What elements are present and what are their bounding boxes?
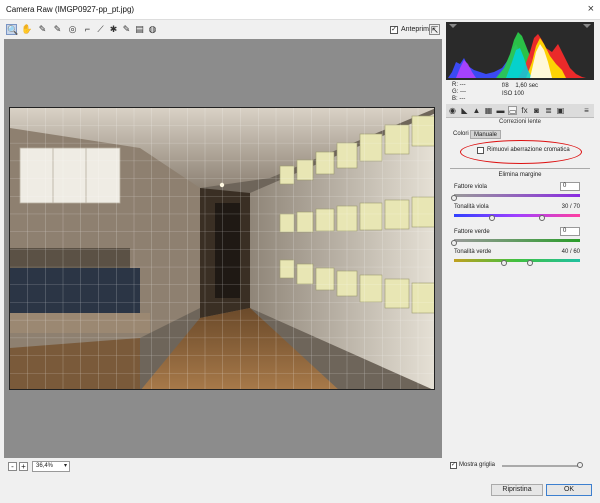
green-hue-high-thumb[interactable] [526,260,533,266]
color-sampler-tool-icon[interactable]: ✎ [52,24,63,35]
green-amount-input[interactable]: 0 [560,227,580,236]
grid-size-track[interactable] [502,465,582,467]
green-amount-thumb[interactable] [451,240,457,246]
panel-menu-icon[interactable]: ≡ [582,106,591,115]
white-balance-tool-icon[interactable]: ✎ [37,24,48,35]
green-hue-label: Tonalità verde [454,249,492,255]
straighten-tool-icon[interactable]: ⟋ [95,24,106,35]
green-amount-slider: Fattore verde 0 [451,227,580,247]
purple-amount-track[interactable] [454,194,580,197]
tab-manuale[interactable]: Manuale [470,130,502,139]
aperture: f/8 [502,83,509,89]
show-grid-checkbox[interactable]: ✓ [450,462,457,469]
zoom-level-value: 36,4% [36,463,54,469]
green-hue-low-thumb[interactable] [501,260,508,266]
right-panel: R: --- G: --- B: --- f/8 1,60 sec ISO 10… [444,22,596,474]
info-area: R: --- G: --- B: --- f/8 1,60 sec ISO 10… [446,82,594,104]
purple-amount-slider: Fattore viola 0 [451,182,580,202]
detail-tab-icon[interactable]: ▲ [472,106,481,115]
spot-removal-tool-icon[interactable]: ✱ [108,24,119,35]
tab-colori[interactable]: Colori [450,130,472,139]
window-title: Camera Raw (IMGP0927-pp_pt.jpg) [6,5,135,14]
purple-hue-value: 30 / 70 [561,204,580,210]
preview-checkbox[interactable]: ✓ [390,26,398,34]
radial-filter-icon[interactable]: ◍ [147,24,158,35]
shutter-speed: 1,60 sec [515,83,539,89]
hsl-tab-icon[interactable]: ▦ [484,106,493,115]
preview-image [9,107,435,390]
purple-amount-input[interactable]: 0 [560,182,580,191]
green-hue-slider: Tonalità verde 40 / 60 [454,249,580,267]
green-hue-value: 40 / 60 [561,249,580,255]
fx-tab-icon[interactable]: fx [520,106,529,115]
adjustment-brush-icon[interactable]: ✎ [121,24,132,35]
zoom-level-select[interactable]: 36,4% ▾ [32,461,70,472]
hand-tool-icon[interactable]: ✋ [21,24,32,35]
camera-info: f/8 1,60 sec ISO 100 [502,82,538,98]
restore-button[interactable]: Ripristina [491,484,543,496]
defringe-title: Elimina margine [498,172,542,178]
fullscreen-icon[interactable]: ⇱ [429,24,440,35]
toolbar: 🔍 ✋ ✎ ✎ ◎ ⌐ ⟋ ✱ ✎ ▤ ◍ ✓ Anteprima ⇱ [4,22,442,38]
lens-corrections-tab-icon[interactable]: ▭ [508,106,517,116]
remove-ca-row: Rimuovi aberrazione cromatica [477,146,570,156]
grid-size-thumb[interactable] [576,462,583,468]
purple-hue-slider: Tonalità viola 30 / 70 [454,204,580,222]
basic-tab-icon[interactable]: ◉ [448,106,457,115]
zoom-in-button[interactable]: + [19,462,28,471]
title-bar: Camera Raw (IMGP0927-pp_pt.jpg) × [0,0,600,20]
preview-canvas[interactable] [4,39,442,458]
green-hue-track[interactable] [454,259,580,262]
zoom-out-button[interactable]: - [8,462,17,471]
histogram [446,22,594,80]
chevron-down-icon: ▾ [63,463,67,469]
remove-ca-label: Rimuovi aberrazione cromatica [487,147,570,153]
camera-calibration-tab-icon[interactable]: ◙ [532,106,541,115]
divider [450,168,590,169]
purple-amount-thumb[interactable] [451,195,457,201]
green-amount-track[interactable] [454,239,580,242]
show-grid-label: Mostra griglia [459,462,496,468]
split-toning-tab-icon[interactable]: ▬ [496,106,505,115]
close-icon[interactable]: × [588,3,594,15]
remove-ca-checkbox[interactable] [477,147,484,154]
tone-curve-tab-icon[interactable]: ◣ [460,106,469,115]
graduated-filter-icon[interactable]: ▤ [134,24,145,35]
purple-amount-label: Fattore viola [454,184,488,190]
purple-hue-high-thumb[interactable] [539,215,546,221]
targeted-adjustment-tool-icon[interactable]: ◎ [67,24,78,35]
presets-tab-icon[interactable]: ≣ [544,106,553,115]
zoom-bar: - + 36,4% ▾ [4,461,304,473]
panel-tabs: ◉ ◣ ▲ ▦ ▬ ▭ fx ◙ ≣ ▣ ≡ [446,104,594,118]
zoom-tool-icon[interactable]: 🔍 [6,24,18,35]
ok-button[interactable]: OK [546,484,592,496]
iso: ISO 100 [502,91,525,97]
snapshots-tab-icon[interactable]: ▣ [556,106,565,115]
purple-hue-label: Tonalità viola [454,204,489,210]
green-amount-label: Fattore verde [454,229,490,235]
purple-hue-track[interactable] [454,214,580,217]
rgb-readout: R: --- G: --- B: --- [452,82,467,102]
crop-tool-icon[interactable]: ⌐ [82,24,93,35]
panel-title: Correzioni lente [498,119,542,125]
purple-hue-low-thumb[interactable] [488,215,495,221]
